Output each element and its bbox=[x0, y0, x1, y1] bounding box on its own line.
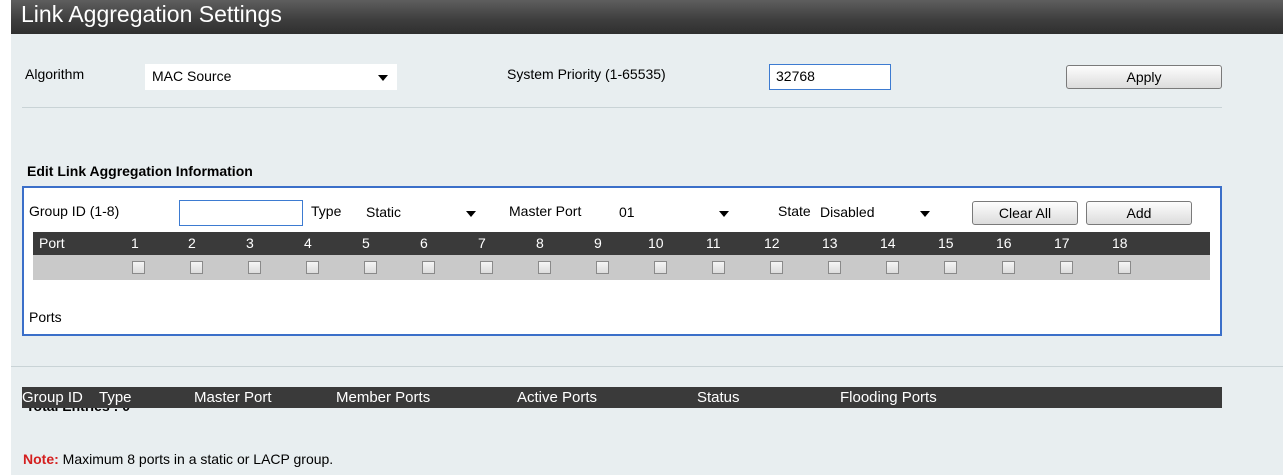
type-value: Static bbox=[366, 204, 402, 220]
port-number: 7 bbox=[478, 235, 486, 251]
clear-all-button[interactable]: Clear All bbox=[972, 201, 1078, 225]
state-select[interactable]: Disabled bbox=[813, 200, 939, 226]
page-title-bar: Link Aggregation Settings bbox=[11, 0, 1283, 34]
port-header-row: Port 1 2 3 4 5 6 7 8 9 10 11 12 13 14 15… bbox=[33, 232, 1210, 255]
port-checkbox[interactable] bbox=[712, 261, 725, 274]
master-port-select[interactable]: 01 bbox=[612, 200, 738, 226]
algorithm-select[interactable]: MAC Source bbox=[145, 64, 397, 90]
chevron-down-icon bbox=[719, 211, 729, 217]
port-number: 18 bbox=[1112, 235, 1128, 251]
port-number: 11 bbox=[706, 235, 721, 251]
state-value: Disabled bbox=[820, 204, 875, 220]
system-priority-value: 32768 bbox=[776, 68, 815, 84]
port-number: 2 bbox=[188, 235, 196, 251]
column-header: Master Port bbox=[194, 389, 272, 406]
page-title: Link Aggregation Settings bbox=[21, 1, 282, 27]
port-checkbox[interactable] bbox=[596, 261, 609, 274]
port-number: 4 bbox=[304, 235, 312, 251]
port-number: 15 bbox=[938, 235, 954, 251]
port-number: 16 bbox=[996, 235, 1012, 251]
port-checkbox[interactable] bbox=[248, 261, 261, 274]
port-checkbox-row bbox=[33, 255, 1210, 280]
port-number: 1 bbox=[131, 235, 139, 251]
edit-section-heading: Edit Link Aggregation Information bbox=[27, 163, 253, 179]
port-checkbox[interactable] bbox=[1060, 261, 1073, 274]
note-label: Note: bbox=[23, 451, 59, 467]
column-header: Group ID bbox=[22, 389, 83, 406]
apply-button[interactable]: Apply bbox=[1066, 65, 1222, 89]
column-header: Type bbox=[99, 389, 132, 406]
state-label: State bbox=[778, 203, 811, 219]
port-number: 3 bbox=[246, 235, 254, 251]
port-checkbox[interactable] bbox=[886, 261, 899, 274]
port-number: 9 bbox=[594, 235, 602, 251]
port-number: 5 bbox=[362, 235, 370, 251]
port-checkbox[interactable] bbox=[944, 261, 957, 274]
chevron-down-icon bbox=[920, 211, 930, 217]
port-checkbox[interactable] bbox=[422, 261, 435, 274]
divider bbox=[11, 366, 1283, 367]
port-checkbox[interactable] bbox=[828, 261, 841, 274]
lag-table-header: Group ID Type Master Port Member Ports A… bbox=[22, 387, 1222, 408]
port-checkbox[interactable] bbox=[190, 261, 203, 274]
add-button[interactable]: Add bbox=[1086, 201, 1192, 225]
type-select[interactable]: Static bbox=[359, 200, 485, 226]
port-number: 8 bbox=[536, 235, 544, 251]
port-checkbox[interactable] bbox=[480, 261, 493, 274]
port-number: 12 bbox=[764, 235, 780, 251]
note: Note: Maximum 8 ports in a static or LAC… bbox=[23, 451, 333, 467]
chevron-down-icon bbox=[466, 211, 476, 217]
column-header: Status bbox=[697, 389, 740, 406]
edit-lag-box: Group ID (1-8) Type Static Master Port 0… bbox=[22, 186, 1222, 336]
port-checkbox[interactable] bbox=[1002, 261, 1015, 274]
port-checkbox[interactable] bbox=[654, 261, 667, 274]
column-header: Flooding Ports bbox=[840, 389, 937, 406]
system-priority-input[interactable]: 32768 bbox=[769, 64, 891, 90]
settings-panel: Algorithm MAC Source System Priority (1-… bbox=[11, 34, 1283, 475]
type-label: Type bbox=[311, 203, 342, 219]
column-header: Active Ports bbox=[517, 389, 598, 406]
note-text: Maximum 8 ports in a static or LACP grou… bbox=[62, 451, 334, 467]
port-checkbox[interactable] bbox=[132, 261, 145, 274]
divider bbox=[22, 107, 1222, 108]
group-id-label: Group ID (1-8) bbox=[29, 203, 120, 219]
chevron-down-icon bbox=[378, 75, 388, 81]
column-header: Member Ports bbox=[336, 389, 431, 406]
port-checkbox[interactable] bbox=[1118, 261, 1131, 274]
port-checkbox[interactable] bbox=[770, 261, 783, 274]
algorithm-value: MAC Source bbox=[152, 68, 232, 84]
port-header-label: Port bbox=[39, 235, 65, 251]
port-number: 14 bbox=[880, 235, 896, 251]
master-port-label: Master Port bbox=[509, 203, 582, 219]
port-number: 6 bbox=[420, 235, 428, 251]
port-number: 17 bbox=[1054, 235, 1070, 251]
port-checkbox[interactable] bbox=[538, 261, 551, 274]
port-checkbox[interactable] bbox=[364, 261, 377, 274]
port-number: 10 bbox=[648, 235, 664, 251]
port-checkbox[interactable] bbox=[306, 261, 319, 274]
port-number: 13 bbox=[822, 235, 838, 251]
ports-label: Ports bbox=[29, 309, 62, 325]
group-id-input[interactable] bbox=[179, 200, 303, 226]
master-port-value: 01 bbox=[619, 204, 635, 220]
algorithm-label: Algorithm bbox=[25, 66, 85, 82]
system-priority-label: System Priority (1-65535) bbox=[507, 66, 666, 82]
